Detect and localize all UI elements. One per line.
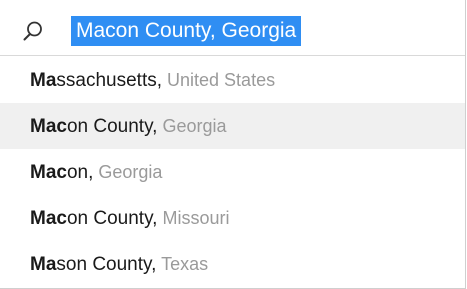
- suggestion-list: Massachusetts, United States Macon Count…: [0, 57, 465, 287]
- suggestion-name: on County,: [66, 116, 158, 137]
- suggestion-item[interactable]: Mason County, Texas: [0, 241, 465, 287]
- suggestion-context: Missouri: [157, 208, 230, 228]
- suggestion-match-text: Mac: [30, 208, 67, 229]
- suggestion-name: on County,: [66, 208, 158, 229]
- search-input[interactable]: Macon County, Georgia: [71, 16, 302, 46]
- suggestion-match-text: Mac: [30, 116, 67, 137]
- suggestion-name: son County,: [56, 254, 157, 275]
- search-icon: [23, 21, 42, 41]
- search-bar: Macon County, Georgia: [0, 0, 465, 56]
- suggestion-item[interactable]: Macon, Georgia: [0, 149, 465, 195]
- suggestion-context: Georgia: [157, 116, 227, 136]
- location-search-dropdown: Macon County, Georgia Massachusetts, Uni…: [0, 0, 466, 289]
- suggestion-name: on,: [66, 162, 94, 183]
- suggestion-item-highlighted[interactable]: Macon County, Georgia: [0, 103, 465, 149]
- suggestion-match-text: Ma: [30, 70, 57, 91]
- suggestion-context: United States: [162, 70, 276, 90]
- suggestion-name: ssachusetts,: [56, 70, 163, 91]
- suggestion-context: Georgia: [93, 162, 163, 182]
- suggestion-context: Texas: [156, 254, 209, 274]
- suggestion-match-text: Ma: [30, 254, 57, 275]
- suggestion-item[interactable]: Massachusetts, United States: [0, 57, 465, 103]
- suggestion-match-text: Mac: [30, 162, 67, 183]
- suggestion-item[interactable]: Macon County, Missouri: [0, 195, 465, 241]
